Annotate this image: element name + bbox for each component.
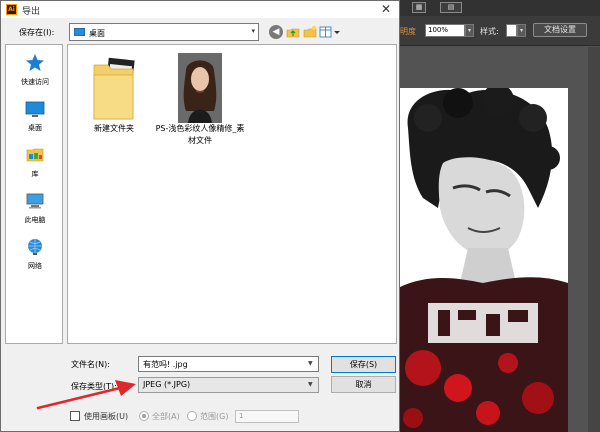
back-icon[interactable]: ◀ xyxy=(269,25,283,39)
desktop-folder-icon xyxy=(74,28,85,36)
filename-dropdown-icon[interactable]: ▼ xyxy=(308,360,313,367)
export-dialog: Ai 导出 ✕ 保存在(I): 桌面 ▾ ◀ 快速访问 桌面 库 此电脑 网络 … xyxy=(0,0,400,432)
dialog-title: 导出 xyxy=(22,7,41,17)
opacity-label[interactable]: 明度 xyxy=(400,26,416,37)
place-library[interactable]: 库 xyxy=(6,141,64,189)
places-bar: 快速访问 桌面 库 此电脑 网络 xyxy=(5,44,63,344)
illustrator-app-icon: Ai xyxy=(6,4,17,15)
save-in-value: 桌面 xyxy=(89,29,105,38)
artboard-options: 使用画板(U) 全部(A) 范围(G) 1 xyxy=(67,410,397,424)
file-name: PS-浅色彩纹人像精修_素材文件 xyxy=(155,124,245,145)
poster-artwork xyxy=(398,88,568,432)
cancel-button[interactable]: 取消 xyxy=(331,376,396,393)
workspace-switcher-icon[interactable]: ▤ xyxy=(440,2,462,13)
folder-icon xyxy=(93,57,135,120)
star-icon xyxy=(26,54,44,71)
file-list[interactable]: 新建文件夹 PS-浅色彩纹人像精修_素材文件 xyxy=(67,44,397,344)
save-in-label: 保存在(I): xyxy=(19,28,55,37)
close-button[interactable]: ✕ xyxy=(379,2,393,16)
style-swatch[interactable] xyxy=(506,24,517,37)
desktop-icon xyxy=(25,101,45,117)
style-dropdown-icon[interactable]: ▾ xyxy=(517,24,526,37)
filetype-label: 保存类型(T): xyxy=(71,382,117,391)
filetype-select[interactable]: JPEG (*.JPG) xyxy=(138,377,319,393)
illustrator-menubar: ▦ ▤ xyxy=(370,0,600,16)
illustrator-scrollbar[interactable] xyxy=(588,47,600,432)
place-quick-access[interactable]: 快速访问 xyxy=(6,49,64,97)
zoom-field[interactable]: 100% xyxy=(425,24,465,37)
use-artboards-label: 使用画板(U) xyxy=(84,412,129,421)
filename-label: 文件名(N): xyxy=(71,360,110,369)
arrange-documents-icon[interactable]: ▦ xyxy=(412,2,426,13)
file-item-image[interactable]: PS-浅色彩纹人像精修_素材文件 xyxy=(154,45,244,155)
illustrator-control-panel: 明度 100% ▾ 样式: ▾ 文档设置 xyxy=(370,16,600,46)
zoom-dropdown-icon[interactable]: ▾ xyxy=(465,24,474,37)
place-desktop[interactable]: 桌面 xyxy=(6,95,64,143)
dialog-titlebar: Ai 导出 ✕ xyxy=(1,1,399,18)
range-label: 范围(G) xyxy=(200,412,229,421)
filename-input[interactable] xyxy=(138,356,319,372)
filetype-value: JPEG (*.JPG) xyxy=(143,380,191,389)
new-folder-icon[interactable] xyxy=(303,25,317,39)
document-settings-button[interactable]: 文档设置 xyxy=(533,23,587,37)
range-input[interactable]: 1 xyxy=(235,410,299,423)
use-artboards-checkbox[interactable] xyxy=(70,411,80,421)
up-folder-icon[interactable] xyxy=(286,25,300,39)
computer-icon xyxy=(26,193,44,209)
chevron-down-icon[interactable]: ▾ xyxy=(251,27,255,35)
filetype-dropdown-icon[interactable]: ▼ xyxy=(308,381,313,388)
all-radio[interactable] xyxy=(139,411,149,421)
network-icon xyxy=(28,239,42,255)
range-radio[interactable] xyxy=(187,411,197,421)
save-button[interactable]: 保存(S) xyxy=(331,356,396,373)
all-label: 全部(A) xyxy=(152,412,180,421)
file-item-folder[interactable]: 新建文件夹 xyxy=(68,45,154,155)
library-icon xyxy=(26,148,44,162)
image-thumbnail xyxy=(178,53,222,123)
style-label: 样式: xyxy=(480,27,499,36)
save-in-combobox[interactable]: 桌面 ▾ xyxy=(69,23,259,41)
view-menu-icon[interactable] xyxy=(319,25,341,39)
place-this-pc[interactable]: 此电脑 xyxy=(6,187,64,235)
file-name: 新建文件夹 xyxy=(94,124,134,133)
place-network[interactable]: 网络 xyxy=(6,233,64,281)
artboard-artwork[interactable] xyxy=(398,88,568,432)
